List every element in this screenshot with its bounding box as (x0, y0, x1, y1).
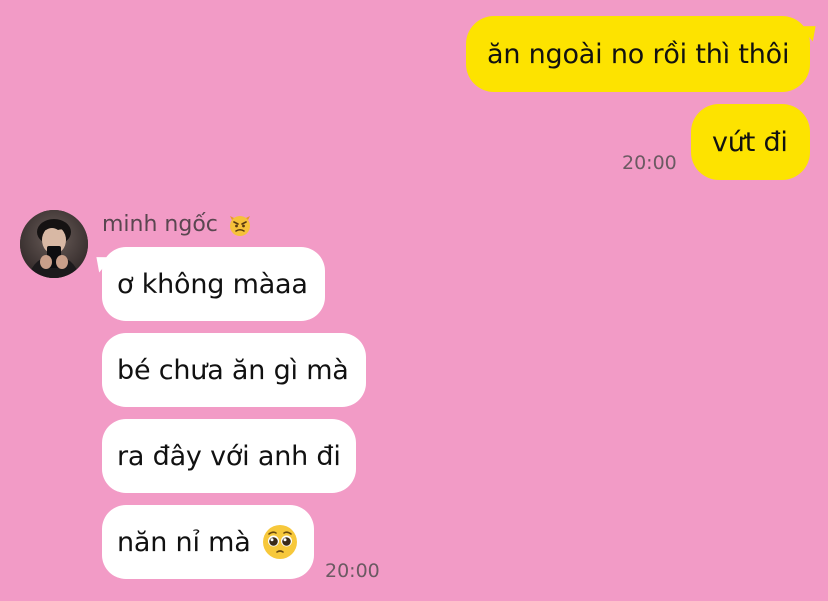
message-timestamp: 20:00 (622, 152, 677, 174)
devil-face-icon (229, 216, 250, 236)
message-text: ra đây với anh đi (117, 440, 341, 472)
sender-name-row: minh ngốc (102, 210, 254, 238)
incoming-message-bubble[interactable]: năn nỉ mà (102, 505, 314, 579)
outgoing-message-bubble[interactable]: vứt đi (691, 104, 810, 180)
outgoing-message-bubble[interactable]: ăn ngoài no rồi thì thôi (466, 16, 823, 92)
bubble-tail (89, 249, 113, 273)
avatar[interactable] (20, 210, 88, 278)
message-text: bé chưa ăn gì mà (117, 354, 349, 386)
bubble-tail (799, 18, 823, 42)
avatar-photo (20, 210, 88, 278)
incoming-message-bubble[interactable]: ơ không màaa (89, 247, 325, 321)
message-text: ơ không màaa (117, 268, 308, 300)
sender-name: minh ngốc (102, 211, 218, 237)
pleading-face-icon (262, 525, 297, 559)
message-text: vứt đi (712, 126, 788, 158)
incoming-message-bubble[interactable]: bé chưa ăn gì mà (102, 333, 366, 407)
message-timestamp: 20:00 (325, 560, 380, 582)
message-text: năn nỉ mà (117, 526, 251, 558)
incoming-message-bubble[interactable]: ra đây với anh đi (102, 419, 356, 493)
message-text: ăn ngoài no rồi thì thôi (487, 38, 790, 70)
